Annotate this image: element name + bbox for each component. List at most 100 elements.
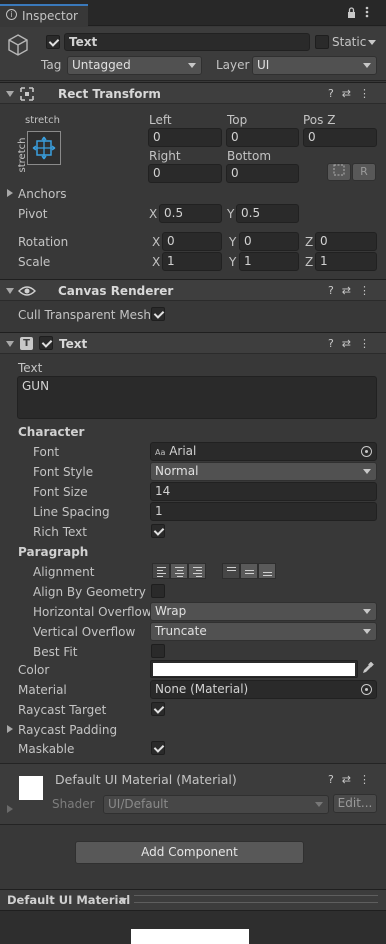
- component-header-icons[interactable]: ?⇄⋮: [328, 87, 378, 100]
- rotation-z-field[interactable]: 0: [315, 232, 377, 251]
- object-picker-icon[interactable]: [361, 684, 372, 695]
- align-by-geometry-checkbox[interactable]: [151, 584, 165, 598]
- scale-z-field[interactable]: 1: [315, 252, 377, 271]
- material-foldout-icon[interactable]: [7, 805, 13, 813]
- more-icon[interactable]: [365, 5, 369, 19]
- anchors-foldout-icon[interactable]: [7, 189, 13, 197]
- material-label: Material: [18, 683, 67, 697]
- vertical-overflow-label: Vertical Overflow: [33, 625, 136, 639]
- pivot-y-label: Y: [227, 207, 235, 221]
- font-value: Arial: [169, 444, 197, 458]
- blueprint-mode-button[interactable]: [327, 163, 351, 181]
- align-center-button[interactable]: [170, 563, 188, 579]
- raycast-padding-label[interactable]: Raycast Padding: [18, 723, 117, 737]
- font-asset-icon: Aa: [155, 448, 166, 457]
- pivot-y-field[interactable]: 0.5: [236, 204, 299, 223]
- preview-title[interactable]: Default UI Material: [7, 893, 130, 907]
- font-size-field[interactable]: 14: [150, 482, 377, 501]
- object-name-field[interactable]: Text: [64, 33, 310, 51]
- text-t-icon: T: [20, 337, 33, 350]
- add-component-button[interactable]: Add Component: [75, 841, 304, 864]
- best-fit-checkbox[interactable]: [151, 644, 165, 658]
- right-label: Right: [149, 149, 181, 163]
- rect-transform-header[interactable]: Rect Transform ?⇄⋮: [0, 82, 386, 104]
- tag-value: Untagged: [72, 58, 131, 72]
- font-field[interactable]: Aa Arial: [150, 442, 377, 461]
- align-bottom-button[interactable]: [258, 563, 276, 579]
- font-style-dropdown[interactable]: Normal: [150, 462, 377, 481]
- cull-transparent-mesh-checkbox[interactable]: [151, 307, 165, 321]
- bottom-label: Bottom: [227, 149, 272, 163]
- material-field[interactable]: None (Material): [150, 680, 377, 699]
- layer-dropdown[interactable]: UI: [252, 56, 377, 75]
- rotation-y-label: Y: [229, 235, 237, 249]
- tab-title: Inspector: [22, 9, 78, 23]
- eyedropper-icon[interactable]: [362, 661, 374, 674]
- chevron-down-icon: [363, 629, 371, 634]
- posz-field[interactable]: 0: [303, 128, 377, 147]
- align-right-button[interactable]: [188, 563, 206, 579]
- line-spacing-field[interactable]: 1: [150, 502, 377, 521]
- shader-dropdown[interactable]: UI/Default: [103, 795, 329, 814]
- canvas-renderer-header[interactable]: Canvas Renderer ?⇄⋮: [0, 279, 386, 301]
- raycast-padding-foldout-icon[interactable]: [7, 725, 13, 733]
- preview-drag-handle[interactable]: [134, 895, 378, 903]
- component-header-icons[interactable]: ?⇄⋮: [328, 337, 378, 350]
- layer-value: UI: [257, 58, 270, 72]
- horizontal-overflow-label: Horizontal Overflow: [33, 605, 152, 619]
- shader-label: Shader: [52, 797, 95, 811]
- text-label: Text: [18, 361, 43, 375]
- rotation-y-field[interactable]: 0: [239, 232, 299, 251]
- align-top-button[interactable]: [222, 563, 240, 579]
- foldout-arrow-icon[interactable]: [6, 341, 14, 347]
- text-enabled-checkbox[interactable]: [39, 336, 53, 350]
- material-header-icons[interactable]: ?⇄⋮: [328, 773, 378, 786]
- rich-text-checkbox[interactable]: [151, 524, 165, 538]
- anchors-label[interactable]: Anchors: [18, 187, 67, 201]
- material-thumbnail: [19, 776, 43, 800]
- right-field[interactable]: 0: [148, 164, 222, 183]
- align-left-button[interactable]: [152, 563, 170, 579]
- align-middle-button[interactable]: [240, 563, 258, 579]
- align-bottom-icon: [263, 572, 272, 578]
- tab-inspector[interactable]: i Inspector: [0, 4, 88, 26]
- pivot-x-field[interactable]: 0.5: [159, 204, 222, 223]
- vertical-overflow-dropdown[interactable]: Truncate: [150, 622, 377, 641]
- chevron-down-icon: [188, 63, 196, 68]
- text-component-header[interactable]: T Text ?⇄⋮: [0, 332, 386, 354]
- top-field[interactable]: 0: [226, 128, 299, 147]
- color-field[interactable]: [150, 660, 358, 678]
- scale-x-field[interactable]: 1: [162, 252, 222, 271]
- text-area[interactable]: GUN: [17, 376, 377, 419]
- maskable-checkbox[interactable]: [151, 741, 165, 755]
- scale-y-field[interactable]: 1: [239, 252, 299, 271]
- static-dropdown-icon[interactable]: [368, 40, 376, 45]
- dotted-rect-icon: [333, 164, 345, 176]
- raw-edit-button[interactable]: R: [352, 163, 376, 181]
- active-checkbox[interactable]: [46, 35, 60, 49]
- rotation-x-label: X: [152, 235, 161, 249]
- foldout-arrow-icon[interactable]: [6, 91, 14, 97]
- preview-dropdown-icon[interactable]: [119, 898, 127, 903]
- raycast-target-checkbox[interactable]: [151, 702, 165, 716]
- bottom-field[interactable]: 0: [226, 164, 299, 183]
- horizontal-overflow-value: Wrap: [155, 604, 187, 618]
- component-header-icons[interactable]: ?⇄⋮: [328, 284, 378, 297]
- left-field[interactable]: 0: [148, 128, 222, 147]
- edit-shader-button[interactable]: Edit...: [333, 794, 377, 813]
- rotation-z-label: Z: [305, 235, 314, 249]
- static-label[interactable]: Static: [332, 35, 366, 49]
- tag-dropdown[interactable]: Untagged: [67, 56, 202, 75]
- foldout-arrow-icon[interactable]: [6, 288, 14, 294]
- lock-icon[interactable]: [347, 7, 356, 18]
- color-label: Color: [18, 663, 50, 677]
- anchor-preset-button[interactable]: [27, 131, 61, 165]
- rect-transform-title: Rect Transform: [58, 87, 161, 101]
- material-value: None (Material): [155, 682, 249, 696]
- static-checkbox[interactable]: [315, 35, 329, 49]
- font-label: Font: [33, 445, 60, 459]
- chevron-down-icon: [315, 802, 323, 807]
- rotation-x-field[interactable]: 0: [162, 232, 222, 251]
- object-picker-icon[interactable]: [361, 446, 372, 457]
- horizontal-overflow-dropdown[interactable]: Wrap: [150, 602, 377, 621]
